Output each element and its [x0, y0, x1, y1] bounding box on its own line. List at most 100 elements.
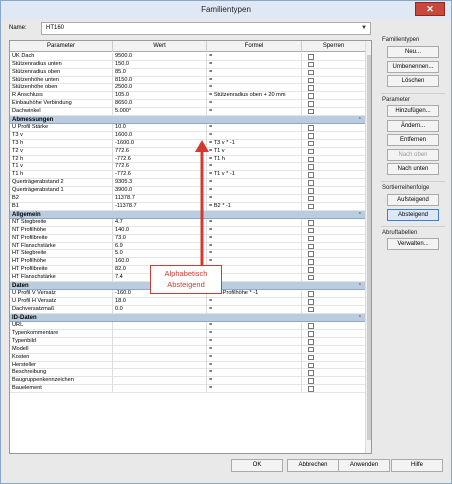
lock-checkbox[interactable]: [308, 61, 314, 68]
formula-cell[interactable]: = T1 v: [207, 147, 302, 156]
formula-cell[interactable]: = T1 v * -1: [207, 171, 302, 180]
value-cell[interactable]: [113, 330, 207, 338]
lock-checkbox[interactable]: [308, 180, 314, 186]
help-button[interactable]: Hilfe: [391, 459, 443, 472]
value-cell[interactable]: [113, 322, 207, 331]
formula-cell[interactable]: =: [207, 53, 302, 61]
scrollbar-thumb[interactable]: [367, 55, 371, 440]
add-parameter-button[interactable]: Hinzufügen...: [387, 105, 439, 117]
move-down-button[interactable]: Nach unten: [387, 163, 439, 175]
formula-cell[interactable]: =: [207, 250, 302, 259]
value-cell[interactable]: [113, 377, 207, 386]
lock-checkbox[interactable]: [308, 354, 314, 361]
value-cell[interactable]: 6.9: [113, 242, 207, 251]
lock-checkbox[interactable]: [308, 362, 314, 369]
ok-button[interactable]: OK: [231, 459, 283, 472]
lock-checkbox[interactable]: [308, 148, 314, 155]
lock-checkbox[interactable]: [308, 299, 314, 305]
type-name-select[interactable]: HT160 ▼: [41, 22, 371, 35]
formula-cell[interactable]: =: [207, 60, 302, 69]
value-cell[interactable]: 3900.0: [113, 187, 207, 195]
formula-cell[interactable]: =: [207, 338, 302, 346]
lock-checkbox[interactable]: [308, 125, 314, 131]
value-cell[interactable]: -11378.7: [113, 202, 207, 211]
value-cell[interactable]: 140.0: [113, 226, 207, 235]
lock-checkbox[interactable]: [308, 172, 314, 178]
collapse-icon[interactable]: ⌃: [358, 211, 362, 219]
modify-parameter-button[interactable]: Ändern...: [387, 120, 439, 132]
lock-checkbox[interactable]: [308, 235, 314, 242]
lock-checkbox[interactable]: [308, 274, 314, 281]
formula-cell[interactable]: = T3 v * -1: [207, 139, 302, 148]
value-cell[interactable]: 4.7: [113, 219, 207, 227]
value-cell[interactable]: -772.6: [113, 171, 207, 180]
formula-cell[interactable]: =: [207, 132, 302, 140]
formula-cell[interactable]: =: [207, 68, 302, 77]
formula-cell[interactable]: =: [207, 345, 302, 354]
lock-checkbox[interactable]: [308, 188, 314, 194]
collapse-icon[interactable]: ⌃: [358, 116, 362, 124]
lock-checkbox[interactable]: [308, 339, 314, 345]
manage-lookup-button[interactable]: Verwalten...: [387, 238, 439, 250]
formula-cell[interactable]: = T1 h: [207, 155, 302, 164]
lock-checkbox[interactable]: [308, 69, 314, 76]
formula-cell[interactable]: =: [207, 322, 302, 331]
lock-checkbox[interactable]: [308, 331, 314, 337]
lock-checkbox[interactable]: [308, 195, 314, 202]
formula-cell[interactable]: =: [207, 234, 302, 243]
formula-cell[interactable]: =: [207, 305, 302, 314]
lock-checkbox[interactable]: [308, 323, 314, 329]
formula-cell[interactable]: =: [207, 187, 302, 195]
formula-cell[interactable]: =: [207, 194, 302, 203]
lock-checkbox[interactable]: [308, 243, 314, 250]
remove-parameter-button[interactable]: Entfernen: [387, 134, 439, 146]
value-cell[interactable]: [113, 353, 207, 362]
value-cell[interactable]: 150.0: [113, 60, 207, 69]
value-cell[interactable]: 11378.7: [113, 194, 207, 203]
value-cell[interactable]: 10.0: [113, 124, 207, 133]
formula-cell[interactable]: =: [207, 179, 302, 187]
lock-checkbox[interactable]: [308, 108, 314, 115]
value-cell[interactable]: 1600.0: [113, 132, 207, 140]
value-cell[interactable]: 5.000°: [113, 107, 207, 116]
vertical-scrollbar[interactable]: [365, 41, 371, 453]
formula-cell[interactable]: =: [207, 385, 302, 393]
value-cell[interactable]: 5.0: [113, 250, 207, 259]
value-cell[interactable]: [113, 338, 207, 346]
lock-checkbox[interactable]: [308, 291, 314, 297]
formula-cell[interactable]: =: [207, 124, 302, 133]
formula-cell[interactable]: = B2 * -1: [207, 202, 302, 211]
close-icon[interactable]: ✕: [415, 2, 445, 16]
lock-checkbox[interactable]: [308, 156, 314, 163]
lock-checkbox[interactable]: [308, 227, 314, 234]
formula-cell[interactable]: = Stützenradius oben + 20 mm: [207, 92, 302, 101]
collapse-icon[interactable]: ⌃: [358, 282, 362, 290]
lock-checkbox[interactable]: [308, 77, 314, 84]
collapse-icon[interactable]: ⌃: [358, 314, 362, 322]
lock-checkbox[interactable]: [308, 346, 314, 353]
sort-ascending-button[interactable]: Aufsteigend: [387, 194, 439, 206]
value-cell[interactable]: 8650.0: [113, 100, 207, 108]
value-cell[interactable]: 0.0: [113, 305, 207, 314]
value-cell[interactable]: 2500.0: [113, 84, 207, 93]
move-up-button[interactable]: Nach oben: [387, 149, 439, 161]
lock-checkbox[interactable]: [308, 306, 314, 313]
sort-descending-button[interactable]: Absteigend: [387, 209, 439, 221]
lock-checkbox[interactable]: [308, 259, 314, 265]
value-cell[interactable]: -1600.0: [113, 139, 207, 148]
formula-cell[interactable]: =: [207, 242, 302, 251]
value-cell[interactable]: 9500.0: [113, 53, 207, 61]
lock-checkbox[interactable]: [308, 85, 314, 91]
value-cell[interactable]: 105.0: [113, 92, 207, 101]
lock-checkbox[interactable]: [308, 54, 314, 60]
formula-cell[interactable]: =: [207, 298, 302, 306]
value-cell[interactable]: 85.0: [113, 68, 207, 77]
lock-checkbox[interactable]: [308, 220, 314, 226]
formula-cell[interactable]: =: [207, 369, 302, 378]
lock-checkbox[interactable]: [308, 101, 314, 107]
col-header-sperren[interactable]: Sperren: [302, 41, 366, 52]
lock-checkbox[interactable]: [308, 203, 314, 210]
value-cell[interactable]: 772.6: [113, 147, 207, 156]
formula-cell[interactable]: =: [207, 107, 302, 116]
formula-cell[interactable]: =: [207, 361, 302, 370]
